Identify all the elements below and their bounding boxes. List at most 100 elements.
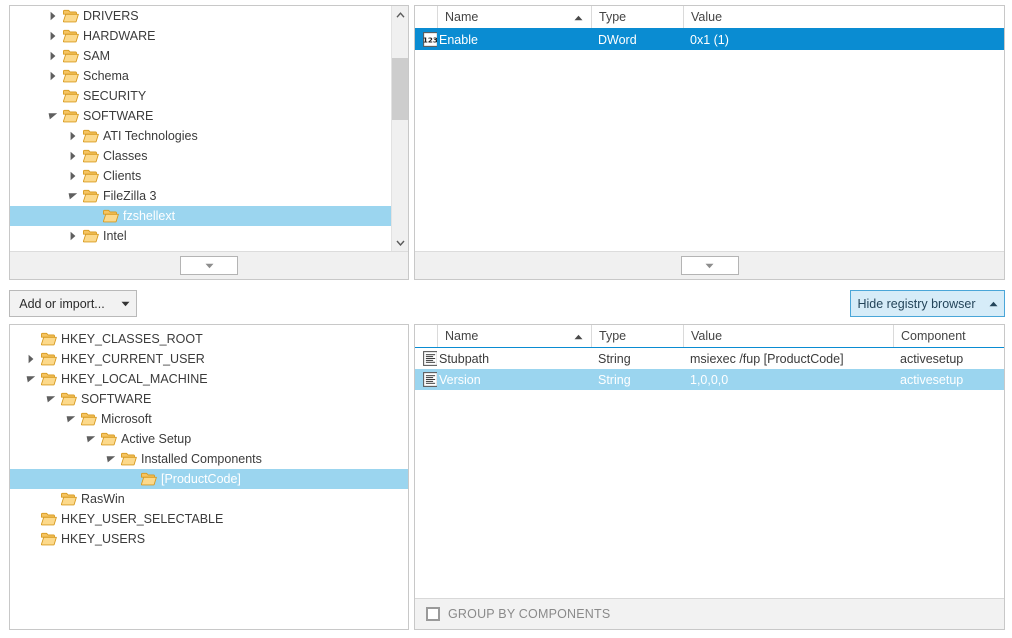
folder-icon [80,409,98,429]
folder-icon [102,206,120,226]
twisty-placeholder [22,329,40,349]
tree-item-hkey-classes-root[interactable]: HKEY_CLASSES_ROOT [10,329,408,349]
collapse-arrow-icon[interactable] [82,429,100,449]
tree-item-label: HKEY_LOCAL_MACHINE [61,369,214,389]
group-by-components-bar[interactable]: GROUP BY COMPONENTS [415,598,1004,629]
column-header-name[interactable]: Name [437,325,591,347]
tree-item-schema[interactable]: Schema [10,66,391,86]
table-row[interactable]: Stubpath String msiexec /fup [ProductCode]… [415,348,1004,369]
column-header-component[interactable]: Component [893,325,1004,347]
tree-item-hardware[interactable]: HARDWARE [10,26,391,46]
component-list-body[interactable]: Stubpath String msiexec /fup [ProductCode]… [415,348,1004,390]
scroll-up-arrow[interactable] [392,6,408,23]
tree-item-clients[interactable]: Clients [10,166,391,186]
cell-name: Enable [437,29,591,50]
collapse-arrow-icon[interactable] [44,106,62,126]
component-list-header[interactable]: Name Type ValueComponent [415,325,1004,348]
expand-arrow-icon[interactable] [44,6,62,26]
expand-arrow-icon[interactable] [22,349,40,369]
column-header-value[interactable]: Value [683,6,1004,28]
tree-item-hkey-users[interactable]: HKEY_USERS [10,529,408,549]
column-header-icon[interactable] [415,6,437,28]
cell-type: String [591,348,683,369]
expand-arrow-icon[interactable] [44,26,62,46]
tree-item-hkey-current-user[interactable]: HKEY_CURRENT_USER [10,349,408,369]
folder-icon [140,469,158,489]
tree-item-label: Active Setup [121,429,197,449]
collapse-arrow-icon[interactable] [64,186,82,206]
expand-arrow-icon[interactable] [64,226,82,246]
folder-icon [62,106,80,126]
column-header-label: Type [599,329,626,343]
column-header-value[interactable]: Value [683,325,893,347]
twisty-placeholder [122,469,140,489]
expand-arrow-icon[interactable] [64,166,82,186]
dword-icon: 123 [422,31,437,48]
expand-arrow-icon[interactable] [44,66,62,86]
tree-item-drivers[interactable]: DRIVERS [10,6,391,26]
scroll-thumb[interactable] [392,58,408,120]
value-list-body[interactable]: 123EnableDWord0x1 (1) [415,29,1004,50]
tree-item-intel[interactable]: Intel [10,226,391,246]
expand-arrow-icon[interactable] [64,146,82,166]
value-list-expand-dropdown-button[interactable] [681,256,739,275]
column-header-label: Name [445,10,478,24]
cell-text: String [598,352,631,366]
tree-item-sam[interactable]: SAM [10,46,391,66]
value-type-icon-cell [415,348,437,369]
group-by-components-label: GROUP BY COMPONENTS [448,607,610,621]
component-value-grid[interactable]: Name Type ValueComponent Stubpath String msi… [415,325,1004,598]
add-or-import-button[interactable]: Add or import... [9,290,137,317]
registry-key-tree-panel: DRIVERSHARDWARESAMSchemaSECURITYSOFTWARE… [9,5,409,280]
collapse-arrow-icon[interactable] [42,389,60,409]
group-by-components-checkbox[interactable] [426,607,440,621]
table-row[interactable]: 123EnableDWord0x1 (1) [415,29,1004,50]
tree-item-hkey-user-selectable[interactable]: HKEY_USER_SELECTABLE [10,509,408,529]
expand-arrow-icon[interactable] [44,46,62,66]
tree-item-label: DRIVERS [83,6,145,26]
registry-key-tree[interactable]: DRIVERSHARDWARESAMSchemaSECURITYSOFTWARE… [10,6,391,251]
tree-item-ati-technologies[interactable]: ATI Technologies [10,126,391,146]
tree-item-raswin[interactable]: RasWin [10,489,408,509]
tree-vertical-scrollbar[interactable] [391,6,408,251]
tree-expand-dropdown-button[interactable] [180,256,238,275]
column-header-type[interactable]: Type [591,6,683,28]
collapse-arrow-icon[interactable] [62,409,80,429]
expand-arrow-icon[interactable] [64,126,82,146]
tree-item-software[interactable]: SOFTWARE [10,389,408,409]
tree-item-label: HKEY_USERS [61,529,151,549]
column-header-type[interactable]: Type [591,325,683,347]
cell-component: activesetup [893,348,1004,369]
tree-item-fzshellext[interactable]: fzshellext [10,206,391,226]
folder-icon [60,389,78,409]
tree-item-microsoft[interactable]: Microsoft [10,409,408,429]
tree-item-label: RasWin [81,489,131,509]
collapse-arrow-icon[interactable] [102,449,120,469]
folder-icon [120,449,138,469]
folder-icon [40,369,58,389]
tree-item-label: SOFTWARE [81,389,157,409]
column-header-icon[interactable] [415,325,437,347]
tree-item-installed-components[interactable]: Installed Components [10,449,408,469]
value-list-header[interactable]: Name TypeValue [415,6,1004,29]
scroll-down-arrow[interactable] [392,234,408,251]
tree-item-security[interactable]: SECURITY [10,86,391,106]
collapse-arrow-icon[interactable] [22,369,40,389]
tree-item-filezilla-3[interactable]: FileZilla 3 [10,186,391,206]
registry-value-grid[interactable]: Name TypeValue 123EnableDWord0x1 (1) [415,6,1004,251]
registry-browser-screen: DRIVERSHARDWARESAMSchemaSECURITYSOFTWARE… [0,0,1012,638]
tree-item-productcode[interactable]: [ProductCode] [10,469,408,489]
tree-item-hkey-local-machine[interactable]: HKEY_LOCAL_MACHINE [10,369,408,389]
tree-item-active-setup[interactable]: Active Setup [10,429,408,449]
cell-text: Stubpath [439,352,489,366]
string-value-icon [422,350,437,367]
column-header-name[interactable]: Name [437,6,591,28]
hide-registry-browser-button[interactable]: Hide registry browser [850,290,1005,317]
table-row[interactable]: VersionString1,0,0,0activesetup [415,369,1004,390]
tree-item-software[interactable]: SOFTWARE [10,106,391,126]
tree-item-label: FileZilla 3 [103,186,163,206]
hive-tree[interactable]: HKEY_CLASSES_ROOTHKEY_CURRENT_USERHKEY_L… [10,329,408,629]
folder-icon [40,509,58,529]
tree-item-classes[interactable]: Classes [10,146,391,166]
cell-text: msiexec /fup [ProductCode] [690,352,844,366]
